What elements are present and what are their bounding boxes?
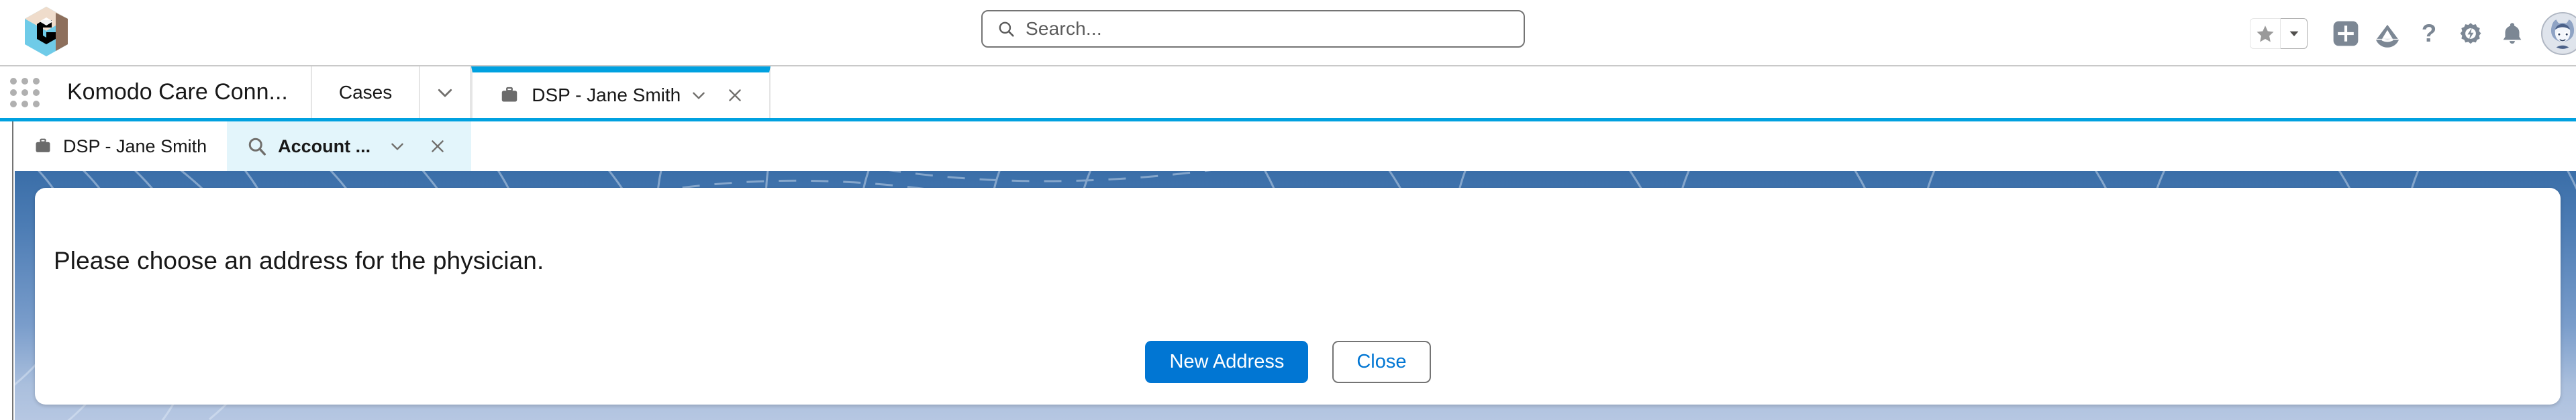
plus-icon [2333, 21, 2359, 46]
global-search-box[interactable]: Search... [981, 10, 1525, 48]
user-avatar-button[interactable] [2541, 11, 2576, 55]
help-button[interactable]: ? [2408, 13, 2450, 54]
search-icon [247, 136, 267, 156]
komodo-health-logo[interactable] [22, 5, 70, 59]
current-app-name[interactable]: Komodo Care Conn... [50, 66, 312, 118]
chevron-down-icon [438, 89, 452, 97]
nav-tab-close-button[interactable] [717, 72, 753, 118]
sub-tab-close-button[interactable] [424, 138, 451, 155]
header-actions: ? [2250, 0, 2576, 66]
sub-tab-bar: DSP - Jane Smith Account ... [0, 118, 2576, 171]
nav-tab-dropdown-button[interactable] [681, 72, 717, 118]
sub-tab-account-label: Account ... [278, 136, 371, 156]
close-button[interactable]: Close [1332, 341, 1431, 383]
trailhead-icon [2375, 24, 2399, 48]
close-icon [729, 89, 742, 101]
sub-tab-dropdown-button[interactable] [384, 138, 411, 155]
nav-tab-cases-label: Cases [338, 81, 393, 103]
chevron-down-icon [2289, 31, 2298, 36]
nav-tab-dsp-jane-smith-label: DSP - Jane Smith [532, 85, 681, 105]
instruction-message: Please choose an address for the physici… [54, 247, 544, 274]
question-mark-icon: ? [2422, 19, 2436, 47]
sub-tab-dsp-jane-smith-label: DSP - Jane Smith [63, 136, 207, 156]
sub-tab-dsp-jane-smith[interactable]: DSP - Jane Smith [13, 121, 227, 171]
close-icon [432, 140, 444, 152]
briefcase-icon [34, 137, 52, 156]
app-launcher-icon [10, 77, 40, 107]
utility-rail-top [0, 121, 13, 171]
current-app-name-label: Komodo Care Conn... [67, 79, 288, 105]
card-action-buttons: New Address Close [0, 341, 2576, 383]
favorites-dropdown-button[interactable] [2281, 17, 2308, 49]
nav-tab-cases[interactable]: Cases [312, 66, 421, 118]
gear-lightning-icon [2460, 22, 2481, 44]
nav-tab-dsp-jane-smith[interactable]: DSP - Jane Smith [471, 66, 771, 118]
global-search-placeholder: Search... [1026, 18, 1102, 39]
avatar-icon [2542, 13, 2576, 52]
global-header: Search... ? [0, 0, 2576, 66]
favorites-group [2250, 17, 2308, 49]
sub-tab-account[interactable]: Account ... [227, 121, 472, 171]
salesforce-console-window: Search... ? Komodo Care Conn... Cases DS… [0, 0, 2576, 420]
search-icon [997, 20, 1015, 38]
trailhead-button[interactable] [2367, 13, 2408, 54]
star-icon [2257, 25, 2274, 42]
bell-icon [2503, 22, 2522, 44]
setup-button[interactable] [2450, 13, 2491, 54]
chevron-down-icon [693, 92, 705, 99]
nav-tab-overflow-button[interactable] [420, 66, 472, 118]
favorites-star-button[interactable] [2250, 17, 2281, 49]
svg-text:?: ? [2422, 19, 2436, 47]
app-navigation-bar: Komodo Care Conn... Cases DSP - Jane Smi… [0, 66, 2576, 118]
app-launcher-button[interactable] [0, 66, 50, 118]
briefcase-icon [499, 85, 519, 105]
new-address-button[interactable]: New Address [1145, 341, 1309, 383]
notifications-button[interactable] [2491, 13, 2533, 54]
chevron-down-icon [391, 143, 403, 150]
global-create-button[interactable] [2325, 13, 2367, 54]
